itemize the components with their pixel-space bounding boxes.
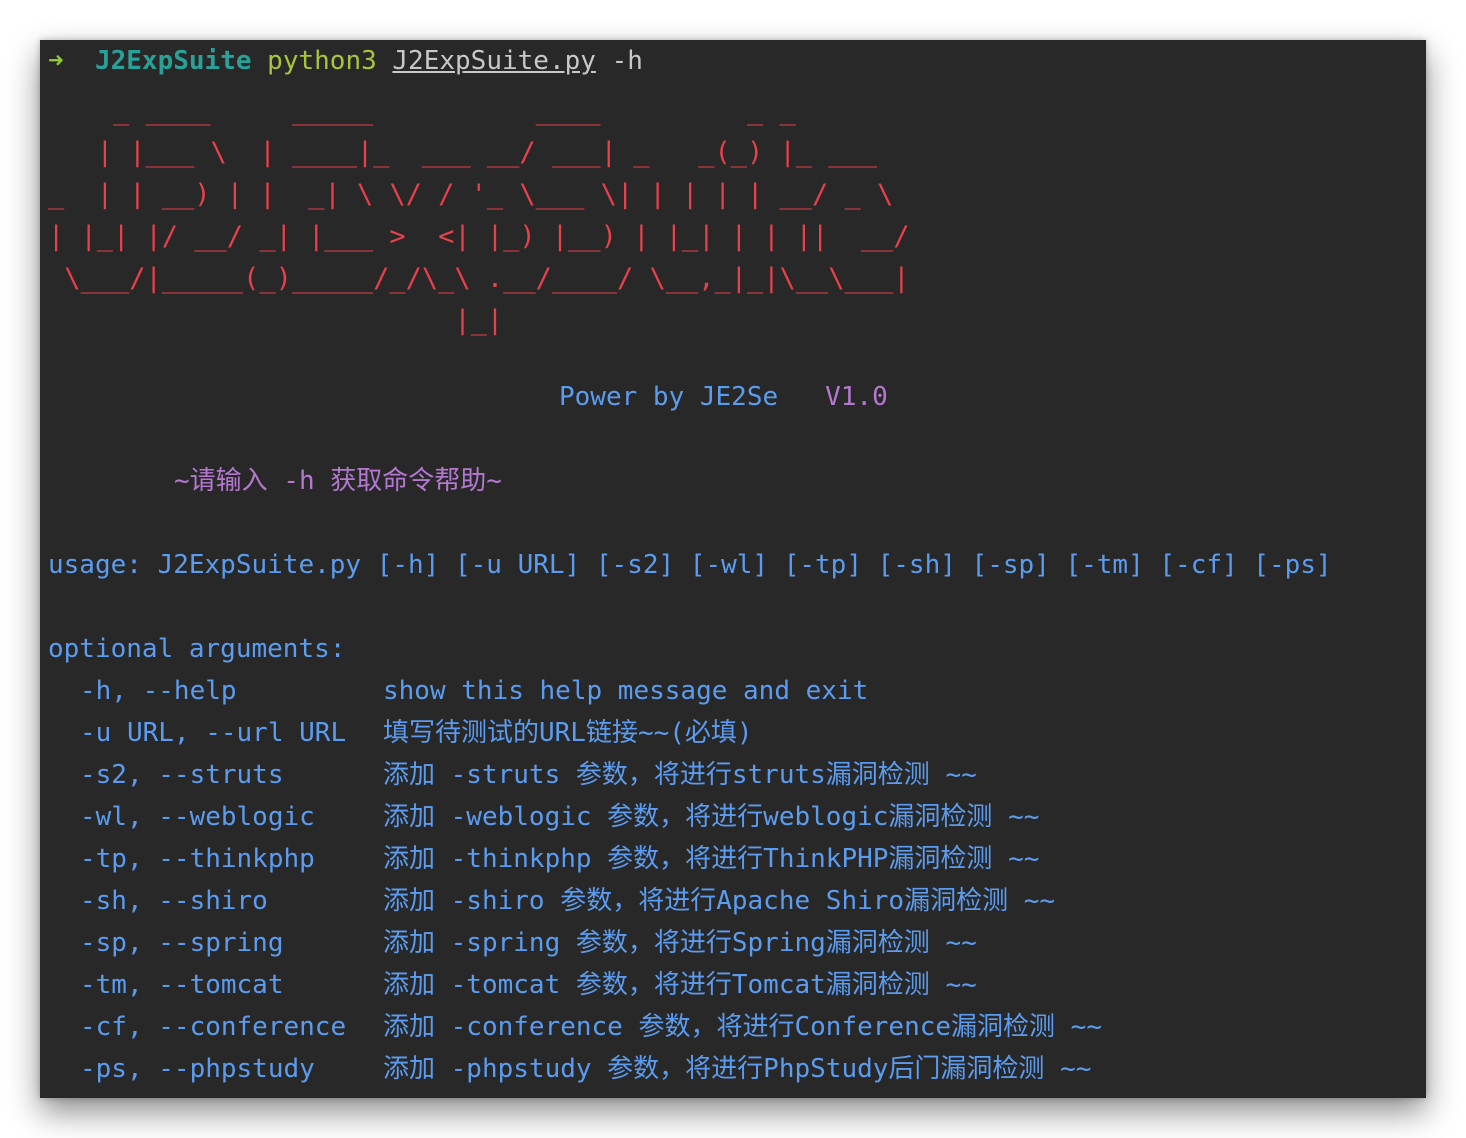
argument-description: 添加 -conference 参数，将进行Conference漏洞检测 ~~ — [383, 1012, 1102, 1042]
argument-description: 添加 -weblogic 参数，将进行weblogic漏洞检测 ~~ — [383, 802, 1040, 832]
argument-flag: -tp, --thinkphp — [80, 844, 315, 874]
argument-description: 添加 -struts 参数，将进行struts漏洞检测 ~~ — [383, 760, 977, 790]
version-text: V1.0 — [825, 382, 888, 412]
argument-flag: -cf, --conference — [80, 1012, 347, 1042]
prompt-directory: J2ExpSuite — [94, 46, 252, 76]
banner-line: |_| — [48, 305, 504, 336]
power-text: Power by JE2Se — [559, 382, 779, 412]
power-line: Power by JE2Se V1.0 — [559, 376, 888, 418]
argument-flag: -wl, --weblogic — [80, 802, 315, 832]
banner-line: _ | | __) | | _| \ \/ / '_ \___ \| | | |… — [48, 179, 894, 210]
hint-text: ~请输入 -h 获取命令帮助~ — [174, 466, 502, 496]
argument-flag: -s2, --struts — [80, 760, 284, 790]
banner-line: | |_| |/ __/ _| |___ > <| |_) |__) | |_|… — [48, 221, 910, 252]
prompt-flag: -h — [611, 46, 643, 76]
prompt-line: ➜ J2ExpSuite python3 J2ExpSuite.py -h — [48, 40, 643, 82]
argument-flag: -u URL, --url URL — [80, 718, 347, 748]
banner-line: _ ____ _____ ____ _ _ — [48, 95, 796, 126]
prompt-command: python3 — [267, 46, 377, 76]
banner-line: | |___ \ | ____|_ ___ __/ ___| _ _(_) |_… — [48, 137, 878, 168]
argument-description: 添加 -tomcat 参数，将进行Tomcat漏洞检测 ~~ — [383, 970, 977, 1000]
terminal-window[interactable]: ➜ J2ExpSuite python3 J2ExpSuite.py -h _ … — [40, 40, 1426, 1098]
argument-description: show this help message and exit — [383, 676, 869, 706]
argument-flag: -h, --help — [80, 676, 237, 706]
argument-flag: -sp, --spring — [80, 928, 284, 958]
argument-description: 添加 -shiro 参数，将进行Apache Shiro漏洞检测 ~~ — [383, 886, 1056, 916]
usage-line: usage: J2ExpSuite.py [-h] [-u URL] [-s2]… — [48, 550, 1332, 580]
banner-line: \___/|_____(_)_____/_/\_\ .__/____/ \__,… — [48, 263, 910, 294]
argument-description: 填写待测试的URL链接~~(必填) — [383, 718, 753, 748]
optional-header: optional arguments: — [48, 634, 346, 664]
prompt-script: J2ExpSuite.py — [392, 46, 596, 76]
argument-description: 添加 -phpstudy 参数，将进行PhpStudy后门漏洞检测 ~~ — [383, 1054, 1092, 1084]
argument-description: 添加 -spring 参数，将进行Spring漏洞检测 ~~ — [383, 928, 977, 958]
argument-flag: -sh, --shiro — [80, 886, 268, 916]
argument-flag: -tm, --tomcat — [80, 970, 284, 1000]
argument-flag: -ps, --phpstudy — [80, 1054, 315, 1084]
prompt-arrow-icon: ➜ — [48, 46, 64, 76]
argument-description: 添加 -thinkphp 参数，将进行ThinkPHP漏洞检测 ~~ — [383, 844, 1040, 874]
